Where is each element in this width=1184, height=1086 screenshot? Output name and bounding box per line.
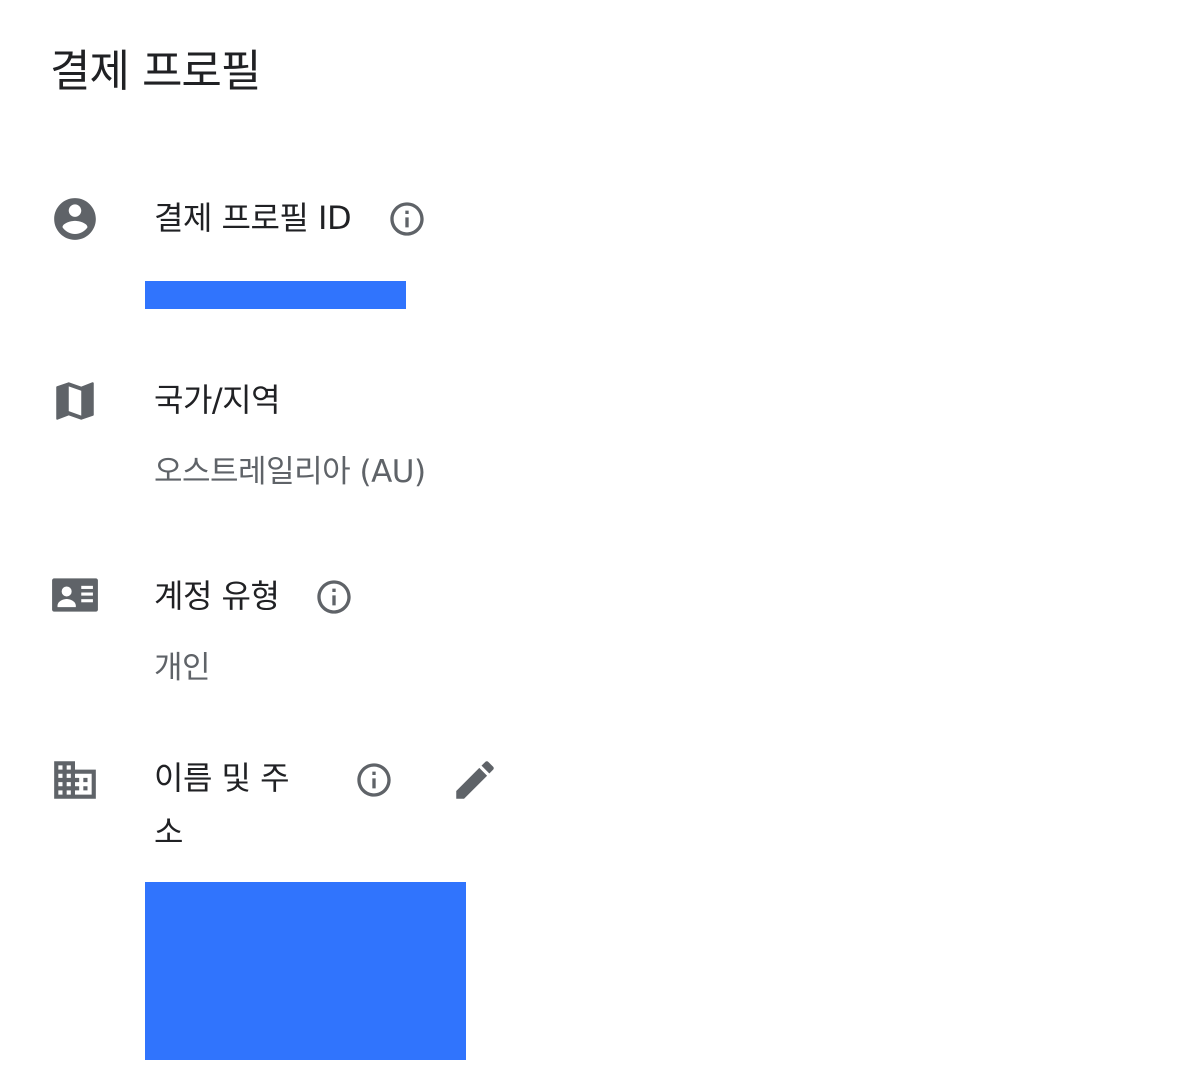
contact-card-icon (50, 570, 100, 620)
edit-pencil-icon[interactable] (450, 755, 500, 809)
account-type-info-icon[interactable] (314, 577, 354, 621)
name-address-label-line1: 이름 및 주 (154, 759, 290, 797)
country-value: 오스트레일리아 (AU) (154, 454, 426, 490)
account-type-label: 계정 유형 (154, 577, 280, 615)
country-label: 국가/지역 (154, 381, 281, 419)
profile-id-label: 결제 프로필 ID (154, 199, 352, 237)
account-type-value: 개인 (154, 650, 211, 686)
profile-id-info-icon[interactable] (387, 199, 427, 243)
map-icon (50, 376, 100, 426)
name-address-label-line2: 소 (154, 813, 183, 851)
name-address-value-redacted (145, 882, 466, 1060)
account-circle-icon (50, 194, 100, 244)
business-building-icon (50, 755, 100, 805)
profile-id-value-redacted (145, 281, 406, 309)
name-address-info-icon[interactable] (354, 760, 394, 804)
page-title: 결제 프로필 (50, 46, 261, 97)
